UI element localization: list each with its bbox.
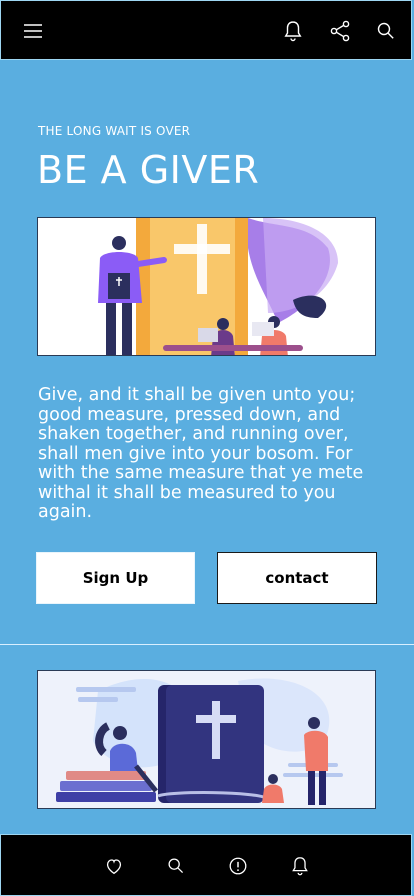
search-icon[interactable] xyxy=(165,855,187,877)
hero-title: BE A GIVER xyxy=(37,148,260,192)
scripture-quote: Give, and it shall be given unto you; go… xyxy=(38,385,364,522)
church-teaching-illustration xyxy=(37,217,376,356)
hero-section: THE LONG WAIT IS OVER BE A GIVER Give, a… xyxy=(0,62,414,644)
contact-button[interactable]: contact xyxy=(217,552,377,604)
bottom-navigation xyxy=(0,834,412,896)
section-divider xyxy=(0,644,414,645)
hero-eyebrow: THE LONG WAIT IS OVER xyxy=(38,124,191,138)
share-icon[interactable] xyxy=(328,19,352,43)
bell-icon[interactable] xyxy=(281,19,305,43)
heart-icon[interactable] xyxy=(103,855,125,877)
search-icon[interactable] xyxy=(374,19,398,43)
menu-icon[interactable] xyxy=(21,19,45,43)
sign-up-button[interactable]: Sign Up xyxy=(36,552,195,604)
top-app-bar xyxy=(0,0,412,60)
info-icon[interactable] xyxy=(227,855,249,877)
bible-study-illustration xyxy=(37,670,376,809)
bell-icon[interactable] xyxy=(289,855,311,877)
